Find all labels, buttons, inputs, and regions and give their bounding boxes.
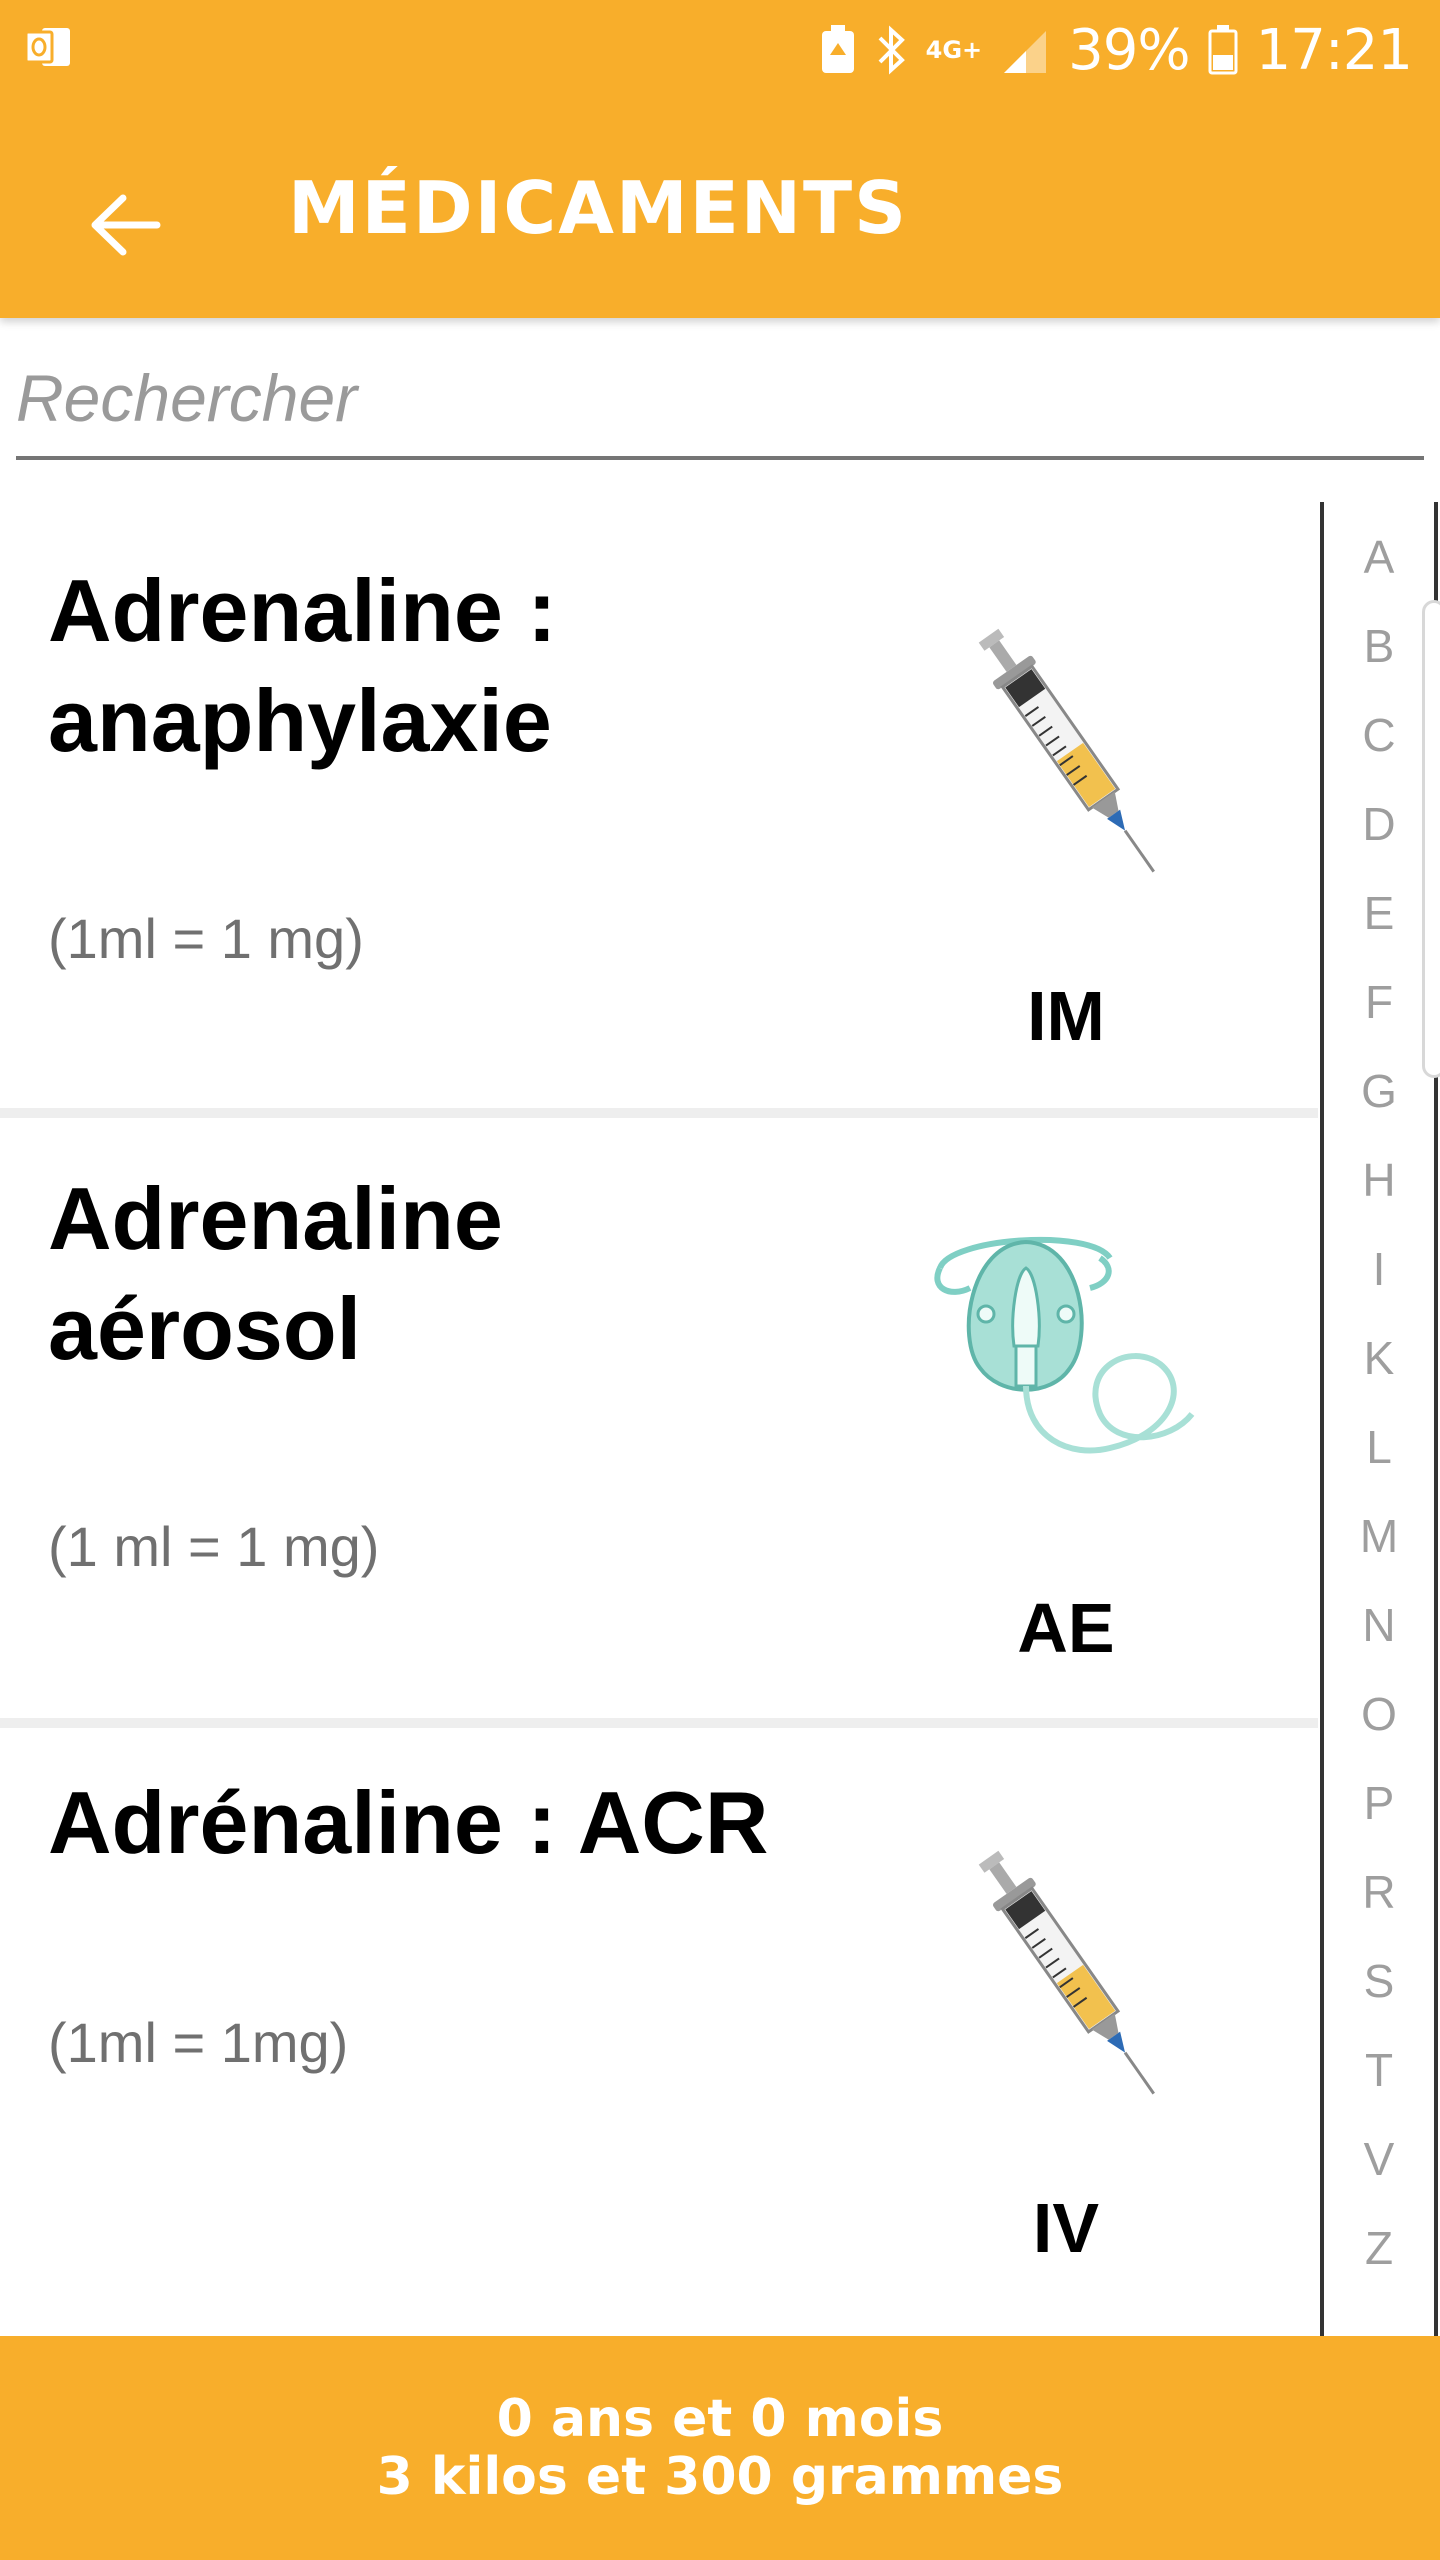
index-letter[interactable]: P: [1326, 1776, 1432, 1830]
index-letter[interactable]: L: [1326, 1420, 1432, 1474]
index-letter[interactable]: D: [1326, 797, 1432, 851]
signal-icon: [1004, 31, 1047, 73]
divider: [0, 1108, 1318, 1118]
battery-icon: [1208, 25, 1238, 75]
index-letter[interactable]: V: [1326, 2132, 1432, 2186]
index-letter[interactable]: Z: [1326, 2221, 1432, 2275]
index-letter[interactable]: R: [1326, 1865, 1432, 1919]
medication-title-line: Adrenaline :: [48, 561, 557, 660]
index-letter[interactable]: G: [1326, 1064, 1432, 1118]
medication-title-line: anaphylaxie: [48, 671, 552, 770]
battery-saver-icon: [821, 25, 854, 73]
search-input[interactable]: [16, 340, 1424, 460]
index-letter[interactable]: N: [1326, 1598, 1432, 1652]
medication-title-line: Adrénaline : ACR: [48, 1773, 769, 1872]
index-letter[interactable]: M: [1326, 1509, 1432, 1563]
medication-title: Adrenaline : anaphylaxie: [48, 556, 557, 776]
bluetooth-icon: [878, 25, 905, 75]
network-type: 4G+: [925, 36, 983, 64]
patient-footer[interactable]: 0 ans et 0 mois 3 kilos et 300 grammes: [0, 2336, 1440, 2560]
index-letter[interactable]: E: [1326, 886, 1432, 940]
medication-card[interactable]: Adrénaline : ACR (1ml = 1mg) IV: [0, 1728, 1318, 2328]
back-button[interactable]: [70, 170, 180, 280]
search-container: [16, 340, 1424, 470]
index-letter[interactable]: O: [1326, 1687, 1432, 1741]
syringe-icon: [978, 628, 1155, 873]
index-divider: [1320, 502, 1324, 2336]
index-letter[interactable]: T: [1326, 2043, 1432, 2097]
medication-card[interactable]: Adrenaline : anaphylaxie (1ml = 1 mg) IM: [0, 502, 1318, 1106]
divider: [0, 1718, 1318, 1728]
medication-title: Adrénaline : ACR: [48, 1768, 768, 1878]
index-letter[interactable]: H: [1326, 1153, 1432, 1207]
medication-card[interactable]: Adrenaline aérosol (1 ml = 1 mg) AE: [0, 1118, 1318, 1716]
page-title: MÉDICAMENTS: [288, 166, 909, 250]
status-bar: 4G+ 39% 17:21: [0, 0, 1440, 100]
syringe-icon: [978, 1850, 1155, 2095]
route-label: IV: [1032, 2189, 1100, 2267]
index-letter[interactable]: F: [1326, 975, 1432, 1029]
medication-title: Adrenaline aérosol: [48, 1164, 503, 1384]
outlook-icon: [24, 28, 70, 66]
status-icons: 4G+ 39% 17:21: [820, 14, 1413, 86]
app-bar: MÉDICAMENTS: [0, 100, 1440, 318]
medication-title-line: Adrenaline: [48, 1169, 503, 1268]
nebulizer-mask-icon: [934, 1236, 1195, 1454]
arrow-left-icon: [91, 194, 161, 256]
medication-concentration: (1 ml = 1 mg): [48, 1515, 380, 1578]
medication-title-line: aérosol: [48, 1279, 362, 1378]
top-app-bar: 4G+ 39% 17:21 MÉDICAMENTS: [0, 0, 1440, 318]
index-letter[interactable]: B: [1326, 619, 1432, 673]
index-letter[interactable]: K: [1326, 1331, 1432, 1385]
battery-percent: 39%: [1068, 17, 1190, 83]
medication-list: Adrenaline : anaphylaxie (1ml = 1 mg) IM…: [0, 502, 1318, 2336]
medication-concentration: (1ml = 1mg): [48, 2011, 349, 2074]
index-letter[interactable]: A: [1326, 530, 1432, 584]
route-label: AE: [1017, 1589, 1115, 1667]
route-label: IM: [1027, 977, 1105, 1055]
clock: 17:21: [1255, 17, 1413, 83]
index-letter[interactable]: I: [1326, 1242, 1432, 1296]
patient-age: 0 ans et 0 mois: [496, 2389, 944, 2449]
index-letter[interactable]: S: [1326, 1954, 1432, 2008]
index-letter[interactable]: C: [1326, 708, 1432, 762]
patient-weight: 3 kilos et 300 grammes: [376, 2447, 1064, 2507]
medication-concentration: (1ml = 1 mg): [48, 907, 364, 970]
